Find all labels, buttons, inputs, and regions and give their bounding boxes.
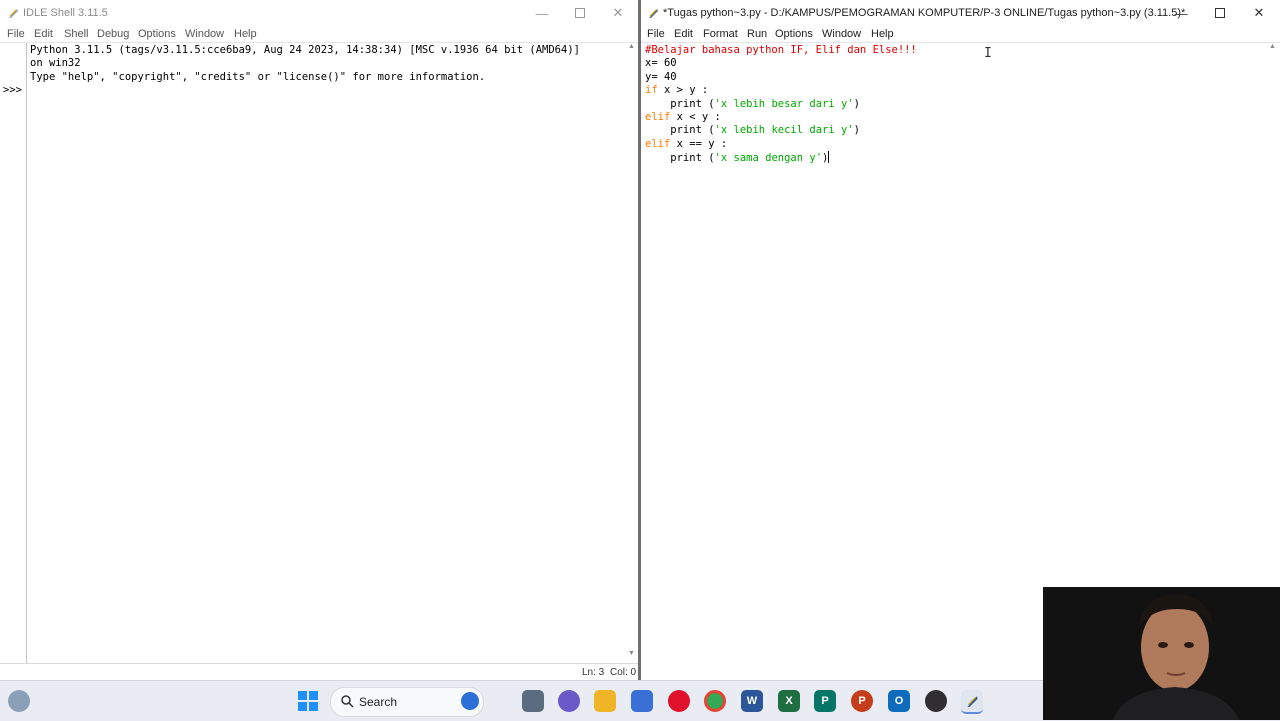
scroll-up-arrow-icon[interactable]: ▲ (1269, 43, 1276, 50)
menu-help[interactable]: Help (234, 28, 257, 40)
menu-window[interactable]: Window (185, 28, 224, 40)
chrome-icon[interactable] (704, 690, 726, 712)
opera-icon[interactable] (668, 690, 690, 712)
menubar-divider (0, 42, 638, 43)
editor-vertical-scrollbar[interactable]: ▲ (1268, 43, 1278, 663)
code-line-y: y= 40 (645, 70, 677, 83)
menu-shell[interactable]: Shell (64, 28, 88, 40)
weather-widget-icon[interactable] (8, 690, 30, 712)
close-icon: ✕ (612, 5, 624, 20)
print-call: print ( (645, 124, 715, 137)
powerpoint-icon[interactable]: P (851, 690, 873, 712)
maximize-button[interactable] (560, 0, 600, 26)
print-call: print ( (645, 97, 715, 110)
elif-condition: x < y : (670, 111, 721, 124)
print-call: print ( (645, 152, 715, 165)
string-literal: 'x lebih kecil dari y' (714, 124, 854, 137)
menu-options[interactable]: Options (138, 28, 176, 40)
python-feather-icon (649, 9, 658, 18)
task-view-icon[interactable] (522, 690, 544, 712)
maximize-button[interactable] (1200, 0, 1240, 26)
menubar-divider (641, 42, 1280, 43)
scroll-down-arrow-icon[interactable]: ▼ (628, 650, 635, 657)
publisher-icon[interactable]: P (814, 690, 836, 712)
keyword-elif: elif (645, 111, 671, 124)
microsoft-store-icon[interactable] (631, 690, 653, 712)
shell-vertical-scrollbar[interactable]: ▲ ▼ (627, 43, 637, 663)
minimize-button[interactable]: — (522, 0, 562, 26)
shell-statusbar: Ln: 3 Col: 0 (0, 663, 638, 680)
code-line-x: x= 60 (645, 57, 677, 70)
close-button[interactable]: ✕ (1239, 0, 1279, 26)
file-explorer-icon[interactable] (594, 690, 616, 712)
shell-titlebar[interactable]: IDLE Shell 3.11.5 — ✕ (0, 0, 638, 26)
code-comment: #Belajar bahasa python IF, Elif dan Else… (645, 44, 917, 56)
taskbar-search-box[interactable]: Search (330, 687, 484, 717)
status-column: Col: 0 (610, 667, 637, 678)
prompt-gutter-divider (26, 43, 27, 663)
close-icon: ✕ (1253, 5, 1265, 20)
shell-window-title: IDLE Shell 3.11.5 (23, 7, 108, 19)
shell-output-text[interactable]: Python 3.11.5 (tags/v3.11.5:cce6ba9, Aug… (30, 44, 580, 84)
search-icon (341, 695, 354, 708)
shell-menubar: File Edit Shell Debug Options Window Hel… (0, 26, 638, 42)
idle-shell-window[interactable]: IDLE Shell 3.11.5 — ✕ File Edit Shell De… (0, 0, 639, 680)
editor-code-area[interactable]: #Belajar bahasa python IF, Elif dan Else… (645, 44, 917, 166)
bing-icon[interactable] (461, 692, 479, 710)
menu-format[interactable]: Format (703, 28, 738, 40)
mouse-ibeam-cursor-icon: I (984, 46, 992, 61)
excel-icon[interactable]: X (778, 690, 800, 712)
python-feather-icon (967, 696, 978, 707)
menu-debug[interactable]: Debug (97, 28, 129, 40)
string-literal: 'x lebih besar dari y' (714, 97, 854, 110)
scroll-up-arrow-icon[interactable]: ▲ (628, 43, 635, 50)
obs-icon[interactable] (925, 690, 947, 712)
editor-menubar: File Edit Format Run Options Window Help (641, 26, 1280, 42)
string-literal: 'x sama dengan y' (714, 152, 823, 165)
shell-prompt: >>> (3, 84, 22, 96)
keyword-if: if (645, 84, 658, 97)
maximize-icon (1215, 8, 1225, 18)
menu-file[interactable]: File (7, 28, 25, 40)
menu-file[interactable]: File (647, 28, 665, 40)
windows-start-icon[interactable] (297, 690, 319, 712)
outlook-icon[interactable]: O (888, 690, 910, 712)
text-cursor (828, 151, 830, 164)
menu-help[interactable]: Help (871, 28, 894, 40)
if-condition: x > y : (657, 84, 709, 97)
menu-edit[interactable]: Edit (34, 28, 53, 40)
search-label: Search (359, 695, 398, 709)
menu-window[interactable]: Window (822, 28, 861, 40)
windows-logo-icon (298, 691, 318, 711)
presenter-video-image (1043, 587, 1280, 720)
minimize-icon: — (1174, 5, 1188, 21)
menu-edit[interactable]: Edit (674, 28, 693, 40)
menu-options[interactable]: Options (775, 28, 813, 40)
keyword-elif: elif (645, 137, 671, 150)
editor-window-title: *Tugas python~3.py - D:/KAMPUS/PEMOGRAMA… (663, 7, 1186, 19)
webcam-overlay (1043, 587, 1280, 720)
minimize-button[interactable]: — (1161, 0, 1201, 26)
minimize-icon: — (535, 5, 549, 21)
menu-run[interactable]: Run (747, 28, 767, 40)
idle-python-icon[interactable] (961, 690, 983, 714)
elif-condition: x == y : (670, 137, 728, 150)
print-close: ) (853, 97, 860, 110)
word-icon[interactable]: W (741, 690, 763, 712)
close-button[interactable]: ✕ (598, 0, 638, 26)
maximize-icon (575, 8, 585, 18)
python-feather-icon (9, 9, 18, 18)
print-close: ) (853, 124, 860, 137)
teams-chat-icon[interactable] (558, 690, 580, 712)
idle-editor-window[interactable]: *Tugas python~3.py - D:/KAMPUS/PEMOGRAMA… (641, 0, 1280, 680)
editor-titlebar[interactable]: *Tugas python~3.py - D:/KAMPUS/PEMOGRAMA… (641, 0, 1280, 26)
status-line: Ln: 3 (582, 667, 605, 678)
